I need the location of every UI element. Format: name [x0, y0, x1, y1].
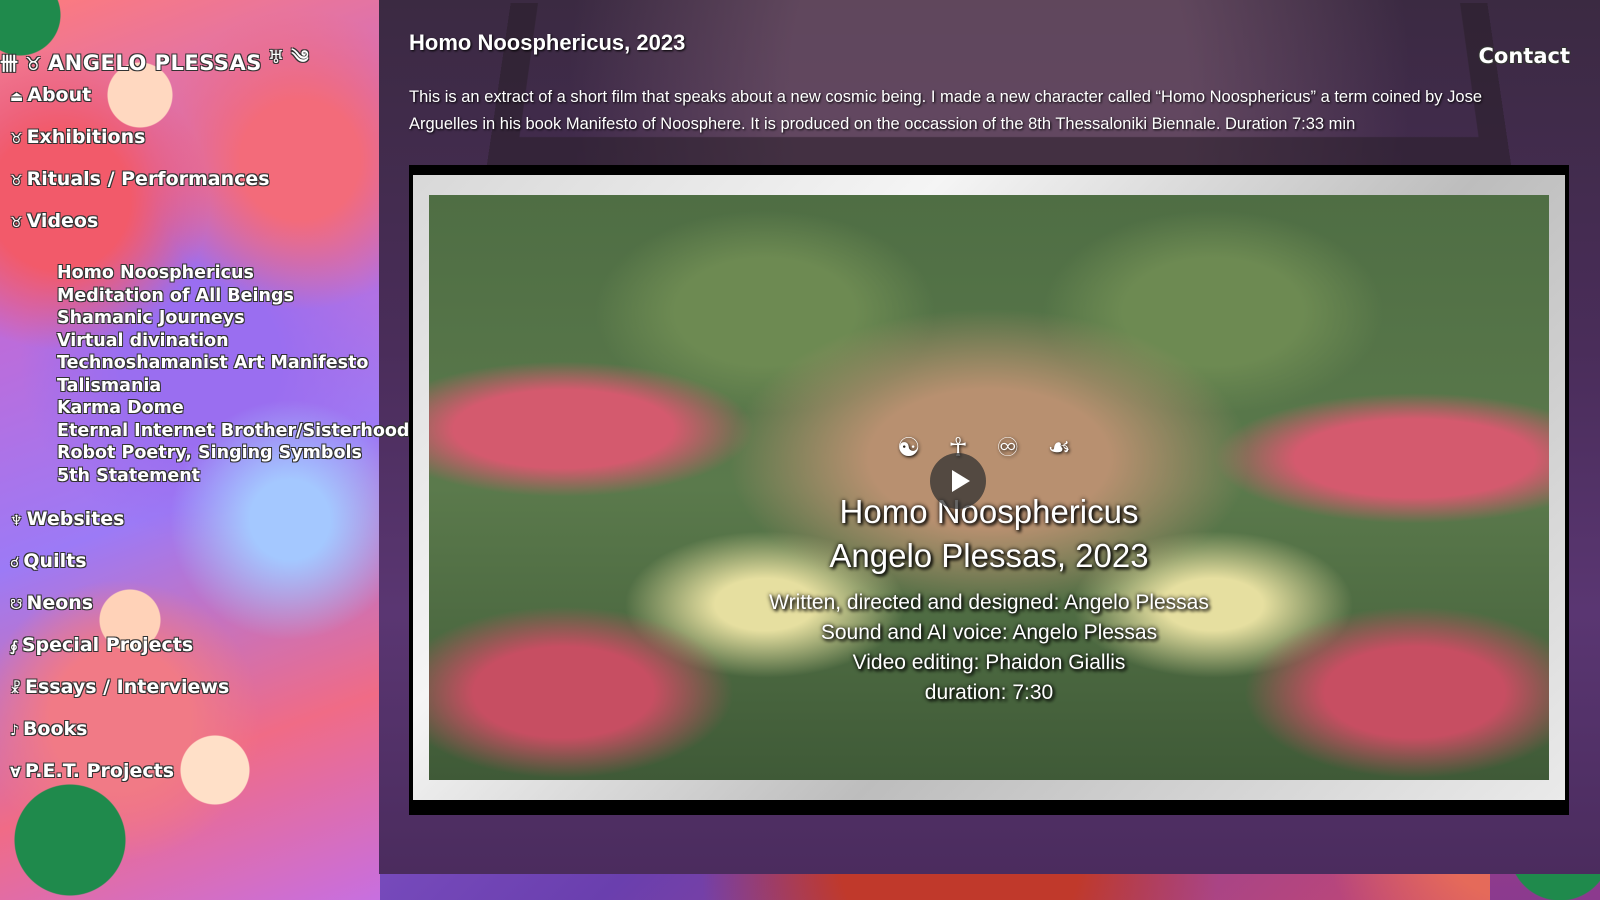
subnav-item-virtual-divination[interactable]: Virtual divination: [57, 330, 447, 353]
nav-item-essays[interactable]: ☧ Essays / Interviews: [10, 676, 229, 698]
nav-label: Special Projects: [21, 634, 194, 656]
nav-label: Rituals / Performances: [26, 168, 270, 190]
video-duration: duration: 7:30: [924, 681, 1054, 704]
nav-item-neons[interactable]: ☋ Neons: [10, 592, 93, 614]
video-symbols-icon: ☯ ☥ ♾ ☙: [896, 433, 1082, 463]
videos-subnav: Homo Noosphericus Meditation of All Bein…: [57, 262, 447, 487]
rituals-icon: ♉: [10, 173, 23, 189]
nav-item-exhibitions[interactable]: ♉ Exhibitions: [10, 126, 145, 148]
page-description: This is an extract of a short film that …: [409, 88, 1482, 133]
nav-label: Videos: [26, 210, 99, 232]
video-frame: ☯ ☥ ♾ ☙ Homo Noosphericus Angelo Plessas…: [413, 175, 1565, 800]
special-projects-icon: ∮: [10, 639, 18, 655]
nav-label: Neons: [26, 592, 94, 614]
subnav-item-talismania[interactable]: Talismania: [57, 375, 447, 398]
play-button[interactable]: [930, 453, 986, 509]
nav-item-special-projects[interactable]: ∮ Special Projects: [10, 634, 193, 656]
nav-label: About: [27, 84, 92, 106]
video-credit: Video editing: Phaidon Giallis: [852, 651, 1126, 674]
nav-label: Books: [22, 718, 88, 740]
pet-projects-icon: ∀: [10, 765, 21, 781]
video-credit: Written, directed and designed: Angelo P…: [769, 591, 1209, 614]
nav-item-pet-projects[interactable]: ∀ P.E.T. Projects: [10, 760, 174, 782]
neons-icon: ☋: [10, 597, 23, 613]
subnav-item-5th-statement[interactable]: 5th Statement: [57, 465, 447, 488]
play-icon: [951, 470, 970, 492]
video-thumbnail[interactable]: ☯ ☥ ♾ ☙ Homo Noosphericus Angelo Plessas…: [429, 195, 1549, 780]
subnav-item-meditation[interactable]: Meditation of All Beings: [57, 285, 447, 308]
nav-item-about[interactable]: ⏏ About: [10, 84, 91, 106]
videos-icon: ♉: [10, 215, 23, 231]
page-title: Homo Noosphericus, 2023: [409, 30, 686, 55]
nav-label: Websites: [26, 508, 125, 530]
logo-suffix-icon: ♅ ༄: [267, 47, 310, 68]
video-player[interactable]: ☯ ☥ ♾ ☙ Homo Noosphericus Angelo Plessas…: [409, 165, 1569, 815]
video-author-text: Angelo Plessas, 2023: [829, 537, 1149, 574]
websites-icon: ♆: [10, 513, 23, 529]
books-icon: ♪: [10, 723, 19, 739]
subnav-item-shamanic-journeys[interactable]: Shamanic Journeys: [57, 307, 447, 330]
nav-label: Quilts: [23, 550, 87, 572]
quilts-icon: ☌: [10, 555, 20, 571]
contact-link[interactable]: Contact: [1479, 44, 1571, 68]
exhibitions-icon: ♉: [10, 131, 23, 147]
nav-item-books[interactable]: ♪ Books: [10, 718, 87, 740]
about-icon: ⏏: [10, 89, 24, 105]
nav-item-rituals[interactable]: ♉ Rituals / Performances: [10, 168, 270, 190]
subnav-item-eternal-internet[interactable]: Eternal Internet Brother/Sisterhood 1-6: [57, 420, 447, 443]
essays-icon: ☧: [10, 681, 21, 697]
subnav-item-homo-noosphericus[interactable]: Homo Noosphericus: [57, 262, 447, 285]
logo-text: ANGELO PLESSAS: [47, 51, 262, 75]
subnav-item-robot-poetry[interactable]: Robot Poetry, Singing Symbols: [57, 442, 447, 465]
video-title-text: Homo Noosphericus: [839, 493, 1139, 530]
nav-item-videos[interactable]: ♉ Videos: [10, 210, 98, 232]
subnav-item-karma-dome[interactable]: Karma Dome: [57, 397, 447, 420]
nav-item-websites[interactable]: ♆ Websites: [10, 508, 124, 530]
nav-label: Exhibitions: [26, 126, 146, 148]
nav-item-quilts[interactable]: ☌ Quilts: [10, 550, 87, 572]
nav-label: P.E.T. Projects: [24, 760, 175, 782]
logo-prefix-icon: 卌 ♉: [0, 54, 42, 75]
video-credit: Sound and AI voice: Angelo Plessas: [820, 621, 1158, 644]
nav-label: Essays / Interviews: [24, 676, 230, 698]
subnav-item-technoshamanist[interactable]: Technoshamanist Art Manifesto: [57, 352, 447, 375]
site-logo[interactable]: 卌 ♉ ANGELO PLESSAS ♅ ༄: [0, 38, 309, 88]
